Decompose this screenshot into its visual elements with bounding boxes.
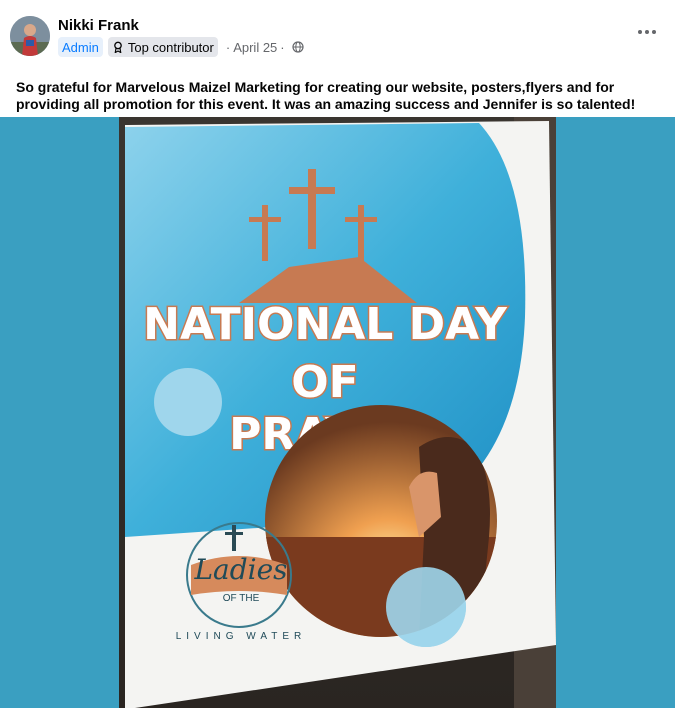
logo-of-the-text: OF THE (223, 593, 260, 604)
poster-title-line1: NATIONAL DAY (143, 299, 508, 350)
post-header: Nikki Frank Admin Top contributor · Apri… (0, 0, 675, 64)
poster-title-line2: OF (291, 357, 358, 408)
more-options-icon[interactable] (635, 22, 659, 42)
logo-living-water-text: LIVING WATER (176, 631, 307, 642)
award-ribbon-icon (114, 41, 122, 53)
author-avatar[interactable] (10, 16, 50, 56)
prayer-poster-image: NATIONAL DAY OF PRAYER Ladies (119, 117, 556, 708)
author-name[interactable]: Nikki Frank (58, 17, 139, 34)
post-photo[interactable]: NATIONAL DAY OF PRAYER Ladies (0, 117, 675, 708)
post-meta: Admin Top contributor · April 25 · (58, 37, 304, 57)
post-date[interactable]: April 25 (233, 40, 277, 55)
meta-separator: · (225, 39, 231, 55)
logo-ladies-text: Ladies (193, 553, 287, 586)
top-contributor-badge[interactable]: Top contributor (107, 37, 218, 57)
meta-separator-2: · (280, 39, 285, 55)
admin-badge: Admin (58, 37, 103, 57)
facebook-post: Nikki Frank Admin Top contributor · Apri… (0, 0, 675, 708)
globe-icon[interactable] (292, 41, 304, 53)
post-text: So grateful for Marvelous Maizel Marketi… (16, 79, 636, 112)
top-contributor-label: Top contributor (127, 39, 214, 55)
